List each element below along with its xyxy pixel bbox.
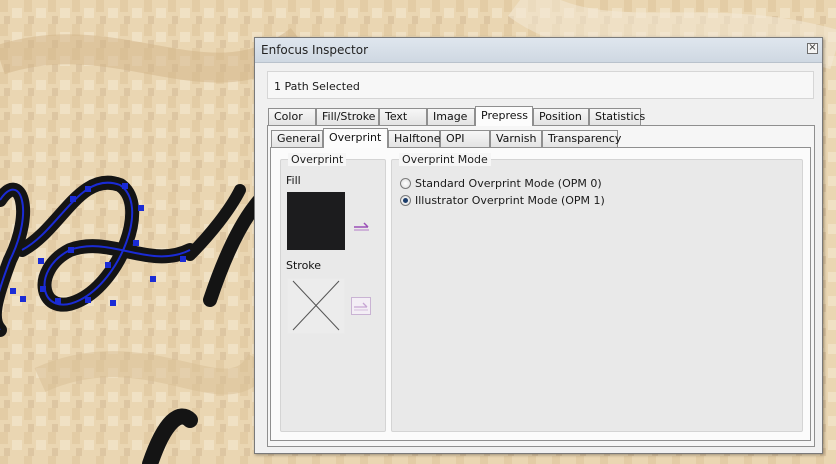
selection-status: 1 Path Selected: [274, 80, 360, 93]
subtab-opi[interactable]: OPI: [440, 130, 490, 147]
prepress-subtab-bar: General Overprint Halftone OPI Varnish T…: [271, 128, 811, 148]
tab-image[interactable]: Image: [427, 108, 475, 125]
stroke-label: Stroke: [286, 259, 322, 272]
radio-opm1-label: Illustrator Overprint Mode (OPM 1): [415, 194, 605, 207]
radio-button[interactable]: [400, 178, 411, 189]
overprint-mode-group-title: Overprint Mode: [399, 153, 491, 166]
stroke-none-swatch[interactable]: [287, 278, 345, 334]
subtab-overprint[interactable]: Overprint: [323, 128, 388, 148]
close-button[interactable]: ×: [807, 42, 818, 54]
close-icon: ×: [808, 42, 817, 53]
fill-color-swatch[interactable]: [287, 192, 345, 250]
enfocus-inspector-window[interactable]: Enfocus Inspector × 1 Path Selected Colo…: [254, 37, 823, 454]
subtab-general[interactable]: General: [271, 130, 323, 147]
overprint-mode-group: Overprint Mode Standard Overprint Mode (…: [391, 153, 803, 432]
tab-color[interactable]: Color: [268, 108, 316, 125]
window-title: Enfocus Inspector: [261, 43, 368, 57]
tab-text[interactable]: Text: [379, 108, 427, 125]
tab-position[interactable]: Position: [533, 108, 589, 125]
subtab-varnish[interactable]: Varnish: [490, 130, 542, 147]
fill-label: Fill: [286, 174, 301, 187]
tab-prepress[interactable]: Prepress: [475, 106, 533, 126]
subtab-halftone[interactable]: Halftone: [388, 130, 441, 147]
overprint-group: Overprint Fill Stroke: [280, 153, 386, 432]
tab-fill-stroke[interactable]: Fill/Stroke: [316, 108, 379, 125]
radio-opm0-label: Standard Overprint Mode (OPM 0): [415, 177, 602, 190]
stroke-overprint-toggle-icon[interactable]: [351, 297, 371, 315]
title-bar[interactable]: Enfocus Inspector ×: [255, 38, 822, 63]
fill-overprint-toggle-icon[interactable]: [353, 218, 371, 232]
radio-button-selected[interactable]: [400, 195, 411, 206]
radio-selected-dot: [403, 198, 408, 203]
selection-info-panel: 1 Path Selected: [267, 71, 814, 99]
overprint-group-title: Overprint: [288, 153, 347, 166]
tab-statistics[interactable]: Statistics: [589, 108, 645, 125]
subtab-transparency[interactable]: Transparency: [542, 130, 621, 147]
main-tab-bar: Color Fill/Stroke Text Image Prepress Po…: [268, 106, 818, 126]
